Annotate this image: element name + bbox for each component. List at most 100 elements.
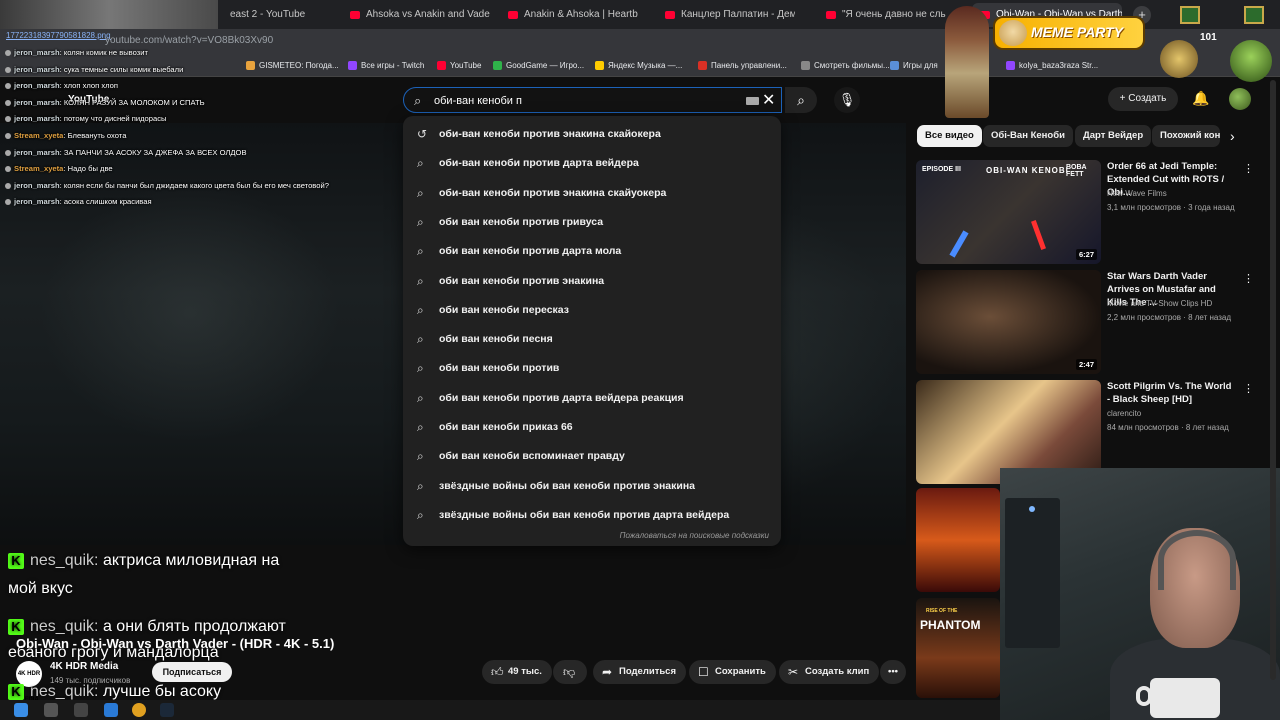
subscribe-button[interactable]: Подписаться: [152, 662, 232, 682]
create-label: Создать: [1128, 93, 1167, 104]
bookmark[interactable]: Смотреть фильмы...: [801, 61, 890, 70]
rec-thumbnail[interactable]: [916, 488, 1000, 592]
clear-search-icon[interactable]: ✕: [762, 90, 775, 110]
browser-tab[interactable]: east 2 - YouTube: [206, 3, 336, 27]
chat-badge-icon: [5, 199, 11, 206]
chat-text: колян комик не вывозит: [63, 48, 148, 57]
duration-badge: 2:47: [1075, 359, 1097, 370]
search-suggestion[interactable]: ⌕ оби-ван кеноби против энакина скайуокер…: [403, 179, 781, 208]
rec-channel[interactable]: clarencito: [1107, 409, 1141, 418]
url-field[interactable]: youtube.com/watch?v=VO8Bk03Xv90: [105, 35, 273, 46]
search-input[interactable]: [434, 92, 734, 110]
scrollbar[interactable]: [1270, 80, 1276, 680]
chip-obi-wan[interactable]: Обі-Ван Кеноби: [983, 125, 1073, 147]
browser-tab[interactable]: Канцлер Палпатин - Демокра: [657, 3, 795, 27]
steam-icon[interactable]: [160, 703, 174, 717]
avatar[interactable]: [1229, 88, 1251, 110]
kick-icon: K: [8, 684, 24, 700]
bookmark[interactable]: Панель управлени...: [698, 61, 787, 70]
chrome-icon[interactable]: [132, 703, 146, 717]
chat-nick: Stream_xyeta: [14, 164, 64, 174]
browser-tab[interactable]: Ahsoka vs Anakin and Vader (F: [342, 3, 490, 27]
windows-start-icon[interactable]: [14, 703, 28, 717]
create-button[interactable]: + Создать: [1108, 87, 1178, 111]
bookmark[interactable]: GoodGame — Игро...: [493, 61, 584, 70]
rec-title[interactable]: Scott Pilgrim Vs. The World - Black Shee…: [1107, 380, 1235, 406]
clip-button[interactable]: ✂ Создать клип: [779, 660, 880, 684]
rec-channel[interactable]: Movie and TV-Show Clips HD: [1107, 299, 1212, 308]
save-label: Сохранить: [715, 666, 766, 677]
browser-tab[interactable]: Anakin & Ahsoka | Heartbreak: [500, 3, 638, 27]
search-icon: ⌕: [417, 390, 424, 405]
taskbar-app-icon[interactable]: [44, 703, 58, 717]
search-suggestion[interactable]: ⌕ оби ван кеноби против: [403, 354, 781, 383]
report-suggestions-link[interactable]: Пожаловаться на поисковые подсказки: [620, 531, 769, 540]
rec-thumbnail[interactable]: EPISODE III OBI-WAN KENOBI BOBA FETT 6:2…: [916, 160, 1101, 264]
search-suggestion[interactable]: ⌕ оби-ван кеноби против дарта вейдера: [403, 149, 781, 178]
search-suggestion[interactable]: ⌕ оби ван кеноби против энакина: [403, 267, 781, 296]
medal-icon: [1244, 6, 1264, 24]
film-icon: [801, 61, 810, 70]
search-suggestion[interactable]: ⌕ оби ван кеноби приказ 66: [403, 413, 781, 442]
browser-tab[interactable]: "Я очень давно не слышал з: [818, 3, 946, 27]
notifications-bell-icon[interactable]: 🔔: [1192, 90, 1209, 107]
suggestion-text: оби ван кеноби против дарта вейдера реак…: [439, 391, 684, 404]
search-suggestion[interactable]: ⌕ оби ван кеноби против дарта вейдера реа…: [403, 384, 781, 413]
search-icon: ⌕: [417, 420, 424, 434]
save-button[interactable]: ☐ Сохранить: [689, 660, 776, 684]
level-counter: 101: [1200, 32, 1217, 43]
overlay-link: 1772231839779058182​8.png: [6, 31, 111, 40]
rec-thumbnail[interactable]: 2:47: [916, 270, 1101, 374]
bookmark[interactable]: Игры для: [890, 61, 938, 70]
rec-thumbnail[interactable]: RISE OF THE PHANTOM: [916, 598, 1000, 698]
keyboard-icon[interactable]: [746, 97, 759, 105]
channel-name[interactable]: 4K HDR Media: [50, 661, 118, 672]
taskbar-app-icon[interactable]: [74, 703, 88, 717]
search-suggestion[interactable]: ⌕ звёздные войны оби ван кеноби против эн…: [403, 472, 781, 501]
search-icon: ⌕: [417, 507, 424, 522]
search-suggestion[interactable]: ⌕ оби ван кеноби пересказ: [403, 296, 781, 325]
taskbar-app-icon[interactable]: [104, 703, 118, 717]
share-button[interactable]: ➦ Поделиться: [593, 660, 687, 684]
rec-channel[interactable]: New Wave Films: [1107, 189, 1167, 198]
bookmark[interactable]: Яндекс Музыка —...: [595, 61, 682, 70]
bookmark[interactable]: GISMETEO: Погода...: [246, 61, 339, 70]
youtube-icon: [350, 11, 360, 19]
chat-text: колян если бы панчи был джидаем какого ц…: [63, 180, 329, 190]
tab-label: Anakin & Ahsoka | Heartbreak: [524, 9, 638, 20]
search-suggestion[interactable]: ⌕ оби ван кеноби песня: [403, 325, 781, 354]
more-vert-icon[interactable]: ⋮: [1243, 382, 1254, 395]
search-button[interactable]: ⌕: [785, 87, 817, 113]
search-suggestion[interactable]: ↺ оби-ван кеноби против энакина скайокера: [403, 120, 781, 149]
bookmark[interactable]: kolya_baza3raza Str...: [1006, 61, 1098, 70]
chip-darth-vader[interactable]: Дарт Вейдер: [1075, 125, 1152, 147]
chip-similar[interactable]: Похожий кон: [1152, 125, 1220, 147]
like-button[interactable]: 👍︎ 49 тыс.: [482, 660, 552, 684]
lightsaber-blue: [949, 230, 969, 258]
mug: [1136, 678, 1220, 718]
thumb-kenobi-text: OBI-WAN KENOBI: [986, 166, 1069, 175]
thumb-phantom-text: PHANTOM: [920, 618, 981, 632]
more-actions-button[interactable]: •••: [880, 660, 906, 684]
chip-all-videos[interactable]: Все видео: [917, 125, 982, 147]
chat-line: jeron_marsh: колян если бы панчи был джи…: [5, 179, 329, 192]
more-vert-icon[interactable]: ⋮: [1243, 162, 1254, 175]
bookmark[interactable]: Все игры - Twitch: [348, 61, 424, 70]
chat-text: хлоп хлоп хлоп: [63, 81, 118, 91]
more-vert-icon[interactable]: ⋮: [1243, 272, 1254, 285]
duration-badge: 6:27: [1075, 249, 1097, 260]
search-suggestion[interactable]: ⌕ оби ван кеноби против дарта мола: [403, 237, 781, 266]
voice-search-button[interactable]: 🎙: [834, 87, 860, 113]
chevron-right-icon[interactable]: ›: [1230, 128, 1235, 144]
chat-line: jeron_marsh: потому что дисней пидорасы: [5, 112, 166, 125]
search-box[interactable]: ⌕ ✕: [403, 87, 782, 113]
bookmark[interactable]: YouTube: [437, 61, 481, 70]
dislike-button[interactable]: 👎︎: [553, 660, 587, 684]
chat-line: jeron_marsh: хлоп хлоп хлоп: [5, 79, 118, 92]
search-suggestion[interactable]: ⌕ звёздные войны оби ван кеноби против да…: [403, 501, 781, 530]
suggestion-text: оби-ван кеноби против дарта вейдера: [439, 157, 639, 170]
bookmark-label: Яндекс Музыка —...: [608, 61, 683, 70]
tab-label: "Я очень давно не слышал з: [842, 9, 946, 20]
search-suggestion[interactable]: ⌕ оби ван кеноби против гривуса: [403, 208, 781, 237]
search-suggestion[interactable]: ⌕ оби ван кеноби вспоминает правду: [403, 442, 781, 471]
